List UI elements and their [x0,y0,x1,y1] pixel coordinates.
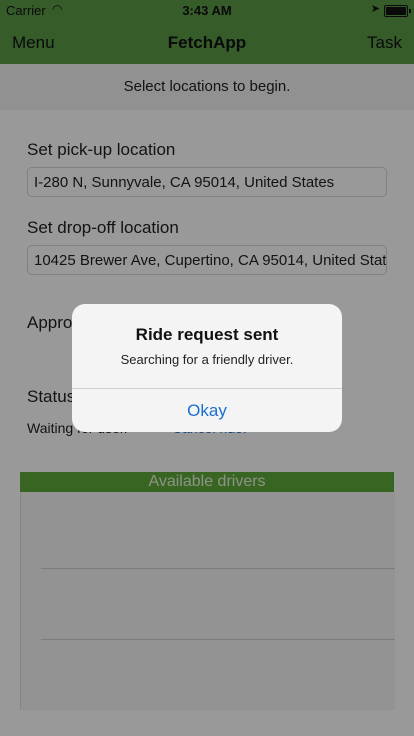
okay-button[interactable]: Okay [72,389,342,432]
alert-title: Ride request sent [135,325,279,344]
alert-dialog: Ride request sent Searching for a friend… [72,304,342,432]
alert-message: Searching for a friendly driver. [120,352,294,367]
